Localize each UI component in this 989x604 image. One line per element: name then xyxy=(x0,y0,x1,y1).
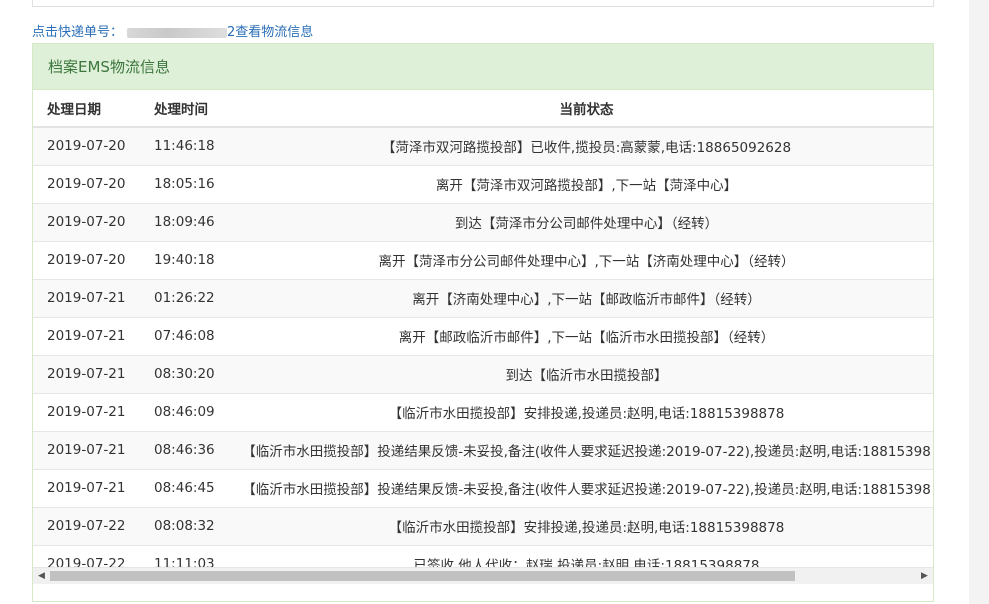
panel-title: 档案EMS物流信息 xyxy=(33,44,933,90)
cell-time: 18:05:16 xyxy=(140,164,240,203)
table-row: 2019-07-20 18:05:16 离开【菏泽市双河路揽投部】,下一站【菏泽中心… xyxy=(33,164,933,203)
tracking-label[interactable]: 点击快递单号： xyxy=(32,25,123,40)
scrollbar-thumb[interactable] xyxy=(50,571,795,581)
table-row: 2019-07-21 08:46:36 【临沂市水田揽投部】投递结果反馈-未妥投,备… xyxy=(33,430,933,469)
cell-status: 离开【菏泽市分公司邮件处理中心】,下一站【济南处理中心】（经转） xyxy=(240,240,933,279)
logistics-panel: 档案EMS物流信息 处理日期 处理时间 当前状态 2019-07-20 11:46… xyxy=(32,43,934,602)
cell-date: 2019-07-20 xyxy=(33,126,140,165)
cell-status: 离开【邮政临沂市邮件】,下一站【临沂市水田揽投部】（经转） xyxy=(240,316,933,355)
header-date: 处理日期 xyxy=(33,90,140,128)
horizontal-scrollbar[interactable]: ◀ ▶ xyxy=(33,567,933,584)
logistics-table: 处理日期 处理时间 当前状态 2019-07-20 11:46:18 【菏泽市双河路… xyxy=(33,90,933,583)
table-header-row: 处理日期 处理时间 当前状态 xyxy=(33,90,933,128)
cell-date: 2019-07-20 xyxy=(33,202,140,241)
cell-status: 【菏泽市双河路揽投部】已收件,揽投员:高蒙蒙,电话:18865092628 xyxy=(240,126,933,165)
header-status: 当前状态 xyxy=(240,90,933,128)
cell-status: 【临沂市水田揽投部】安排投递,投递员:赵明,电话:18815398878 xyxy=(240,506,933,545)
cell-time: 11:46:18 xyxy=(140,126,240,165)
cell-date: 2019-07-21 xyxy=(33,468,140,507)
cell-time: 18:09:46 xyxy=(140,202,240,241)
cell-date: 2019-07-21 xyxy=(33,430,140,469)
logistics-table-container: 处理日期 处理时间 当前状态 2019-07-20 11:46:18 【菏泽市双河路… xyxy=(33,90,933,584)
table-row: 2019-07-21 08:30:20 到达【临沂市水田揽投部】 xyxy=(33,354,933,393)
cell-time: 08:30:20 xyxy=(140,354,240,393)
cell-time: 07:46:08 xyxy=(140,316,240,355)
cell-time: 19:40:18 xyxy=(140,240,240,279)
table-body: 2019-07-20 11:46:18 【菏泽市双河路揽投部】已收件,揽投员:高蒙蒙… xyxy=(33,126,933,583)
cell-status: 【临沂市水田揽投部】投递结果反馈-未妥投,备注(收件人要求延迟投递:2019-0… xyxy=(240,430,933,469)
table-row: 2019-07-20 18:09:46 到达【菏泽市分公司邮件处理中心】（经转） xyxy=(33,202,933,241)
cell-date: 2019-07-20 xyxy=(33,164,140,203)
cell-status: 离开【济南处理中心】,下一站【邮政临沂市邮件】（经转） xyxy=(240,278,933,317)
cell-date: 2019-07-21 xyxy=(33,354,140,393)
cell-time: 01:26:22 xyxy=(140,278,240,317)
cell-date: 2019-07-21 xyxy=(33,392,140,431)
table-row: 2019-07-21 01:26:22 离开【济南处理中心】,下一站【邮政临沂市邮件… xyxy=(33,278,933,317)
cell-date: 2019-07-21 xyxy=(33,278,140,317)
table-row: 2019-07-20 11:46:18 【菏泽市双河路揽投部】已收件,揽投员:高蒙蒙… xyxy=(33,126,933,165)
cell-status: 到达【临沂市水田揽投部】 xyxy=(240,354,933,393)
previous-panel-edge xyxy=(32,0,934,7)
header-time: 处理时间 xyxy=(140,90,240,128)
table-row: 2019-07-20 19:40:18 离开【菏泽市分公司邮件处理中心】,下一站【济… xyxy=(33,240,933,279)
table-row: 2019-07-21 07:46:08 离开【邮政临沂市邮件】,下一站【临沂市水田揽… xyxy=(33,316,933,355)
triangle-right-icon[interactable]: ▶ xyxy=(916,568,933,584)
cell-time: 08:08:32 xyxy=(140,506,240,545)
cell-time: 08:46:45 xyxy=(140,468,240,507)
cell-time: 08:46:09 xyxy=(140,392,240,431)
cell-status: 【临沂市水田揽投部】安排投递,投递员:赵明,电话:18815398878 xyxy=(240,392,933,431)
page-right-margin xyxy=(969,0,989,604)
cell-date: 2019-07-20 xyxy=(33,240,140,279)
cell-status: 到达【菏泽市分公司邮件处理中心】（经转） xyxy=(240,202,933,241)
cell-status: 【临沂市水田揽投部】投递结果反馈-未妥投,备注(收件人要求延迟投递:2019-0… xyxy=(240,468,933,507)
table-row: 2019-07-21 08:46:09 【临沂市水田揽投部】安排投递,投递员:赵明,… xyxy=(33,392,933,431)
table-row: 2019-07-22 08:08:32 【临沂市水田揽投部】安排投递,投递员:赵明,… xyxy=(33,506,933,545)
cell-time: 08:46:36 xyxy=(140,430,240,469)
cell-date: 2019-07-21 xyxy=(33,316,140,355)
view-logistics-link[interactable]: 查看物流信息 xyxy=(235,25,313,40)
cell-status: 离开【菏泽市双河路揽投部】,下一站【菏泽中心】 xyxy=(240,164,933,203)
triangle-left-icon[interactable]: ◀ xyxy=(33,568,50,584)
table-row: 2019-07-21 08:46:45 【临沂市水田揽投部】投递结果反馈-未妥投,备… xyxy=(33,468,933,507)
tracking-number-line: 点击快递单号： 2查看物流信息 xyxy=(32,23,313,43)
masked-tracking-number[interactable] xyxy=(127,27,228,38)
cell-date: 2019-07-22 xyxy=(33,506,140,545)
